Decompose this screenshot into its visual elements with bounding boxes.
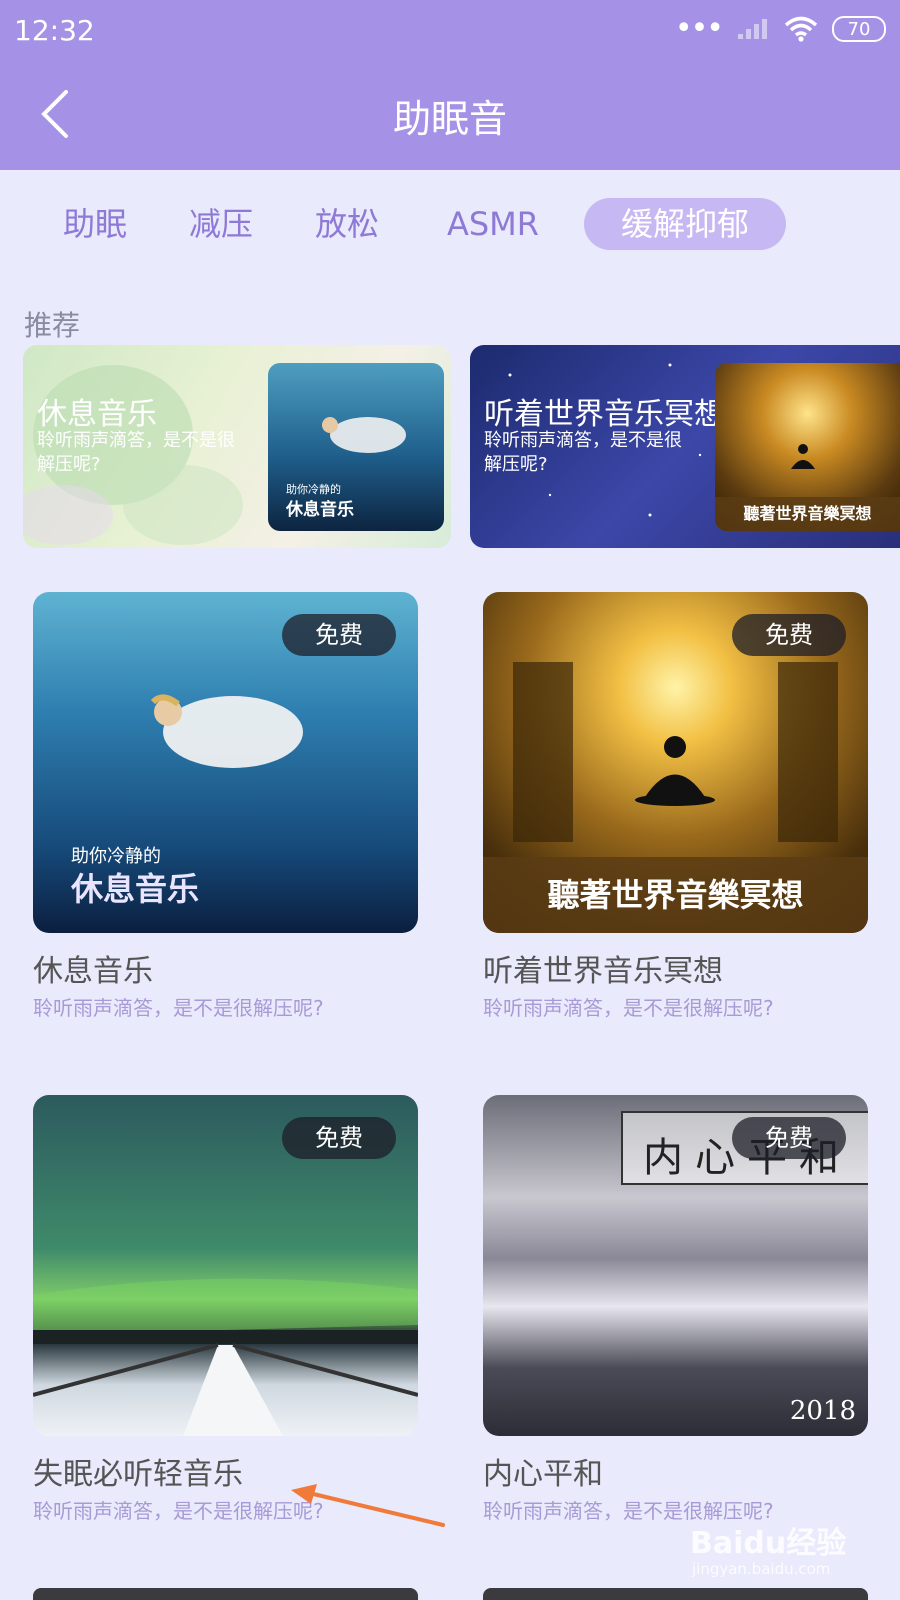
annotation-arrow (291, 1484, 445, 1527)
wifi-icon (784, 16, 818, 42)
category-tabs: 助眠 减压 放松 ASMR 缓解抑郁 (40, 198, 860, 250)
free-badge: 免费 (282, 1117, 396, 1159)
status-icons: ••• 70 (674, 11, 886, 46)
battery-icon: 70 (832, 16, 886, 42)
free-badge: 免费 (732, 614, 846, 656)
tab-sleep[interactable]: 助眠 (60, 198, 130, 250)
more-dots-icon: ••• (674, 11, 724, 46)
banner-title: 听着世界音乐冥想 (484, 397, 724, 432)
card-title: 内心平和 (483, 1457, 603, 1492)
next-card-peek (483, 1588, 868, 1600)
banner-thumbnail: 助你冷静的 休息音乐 (268, 363, 444, 531)
watermark-url: jingyan.baidu.com (692, 1560, 831, 1578)
card-title: 失眠必听轻音乐 (33, 1457, 243, 1492)
free-badge: 免费 (282, 614, 396, 656)
banner-subtitle: 聆听雨声滴答，是不是很解压呢? (484, 430, 682, 475)
watermark-brand: Baidu经验 (690, 1526, 847, 1561)
tab-stress-relief[interactable]: 减压 (186, 198, 256, 250)
banner-world-music-meditation[interactable]: 听着世界音乐冥想 聆听雨声滴答，是不是很解压呢? 聽著世界音樂冥想 (470, 345, 900, 548)
banner-rest-music[interactable]: 休息音乐 聆听雨声滴答，是不是很解压呢? 助你冷静的 休息音乐 (23, 345, 451, 548)
card-title: 休息音乐 (33, 954, 153, 989)
thumb-big-text: 休息音乐 (286, 500, 354, 520)
card-description: 聆听雨声滴答，是不是很解压呢? (483, 996, 774, 1020)
banner-thumbnail: 聽著世界音樂冥想 (715, 363, 900, 531)
cover-caption: 聽著世界音樂冥想 (483, 857, 868, 933)
cover-big-text: 休息音乐 (71, 870, 200, 908)
next-card-peek (33, 1588, 418, 1600)
cover-year: 2018 (789, 1396, 856, 1426)
tab-depression-relief[interactable]: 缓解抑郁 (584, 198, 786, 250)
page-title: 助眠音 (392, 97, 507, 141)
card-description: 聆听雨声滴答，是不是很解压呢? (33, 1499, 324, 1523)
card-description: 聆听雨声滴答，是不是很解压呢? (33, 996, 324, 1020)
card-title: 听着世界音乐冥想 (483, 954, 723, 989)
section-label-recommend: 推荐 (24, 309, 81, 342)
signal-icon (738, 19, 767, 39)
tab-relax[interactable]: 放松 (312, 198, 382, 250)
thumb-caption: 聽著世界音樂冥想 (715, 497, 900, 531)
header-bar: 12:32 ••• 70 助眠音 (0, 0, 900, 170)
free-badge: 免费 (732, 1117, 846, 1159)
card-cover: 免费 聽著世界音樂冥想 (483, 592, 868, 933)
card-cover: 免费 助你冷静的 休息音乐 (33, 592, 418, 933)
card-cover: 内心平和 免费 2018 (483, 1095, 868, 1436)
banner-subtitle: 聆听雨声滴答，是不是很解压呢? (37, 430, 235, 475)
tab-asmr[interactable]: ASMR (440, 198, 546, 250)
banner-title: 休息音乐 (37, 397, 157, 432)
status-time: 12:32 (14, 14, 95, 47)
card-cover: 免费 (33, 1095, 418, 1436)
